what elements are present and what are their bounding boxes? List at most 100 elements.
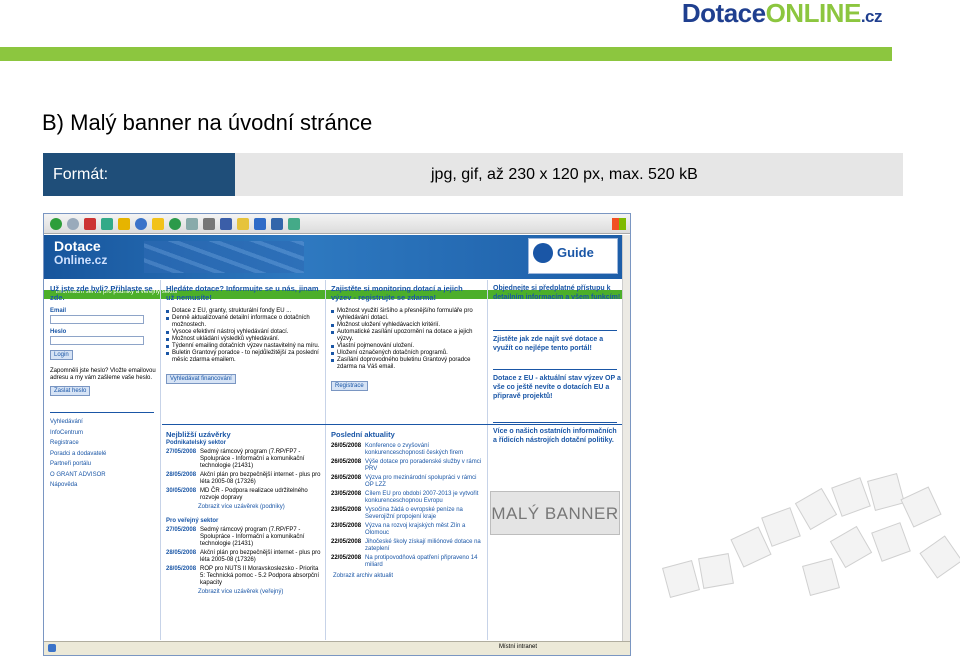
divider: [50, 412, 154, 413]
guide-icon: [533, 243, 553, 263]
promo-panel: Objednejte si předplatné přístupu k deta…: [493, 284, 621, 445]
bluetooth-icon[interactable]: [271, 217, 283, 230]
deadline-row[interactable]: 28/05/2008 Akční plán pro bezpečnější int…: [166, 472, 321, 486]
news-heading: Poslední aktuality: [331, 430, 395, 439]
nav-item[interactable]: Nápověda: [50, 480, 158, 491]
find-grants-heading: Hledáte dotace? Informujte se u nás, jin…: [166, 284, 319, 302]
news-row[interactable]: 23/05/2008 Cílem EU pro období 2007-2013 …: [331, 491, 483, 505]
deadlines-panel: Nejbližší uzávěrky Podnikatelský sektor …: [166, 430, 321, 595]
feature-item: Denně aktualizované detailní informace o…: [166, 315, 321, 329]
search-icon[interactable]: [135, 217, 147, 230]
feature-item: Možnost ukládání výsledků vyhledávání.: [166, 336, 321, 343]
deadline-row[interactable]: 27/05/2008 Sedmý rámcový program (7.RP/FP…: [166, 527, 321, 548]
stop-icon[interactable]: [84, 217, 96, 230]
status-zone: Místní intranet: [499, 644, 538, 650]
browser-window: Dotace Online.cz Guide informační servis…: [43, 213, 631, 656]
register-button[interactable]: Registrace: [331, 381, 368, 391]
home-icon[interactable]: [118, 217, 130, 230]
more-deadlines-public-link[interactable]: Zobrazit více uzávěrek (veřejný): [198, 589, 321, 595]
feature-item: Dotace z EU, granty, strukturální fondy …: [166, 308, 321, 315]
send-password-button[interactable]: Zaslat heslo: [50, 386, 91, 396]
deadline-row[interactable]: 30/05/2008 MD ČR - Podpora realizace udrž…: [166, 488, 321, 502]
news-row[interactable]: 23/05/2008 Výzva na rozvoj krajských měst…: [331, 523, 483, 537]
deadline-row[interactable]: 28/05/2008 Akční plán pro bezpečnější int…: [166, 550, 321, 564]
news-row[interactable]: 23/05/2008 Vysočina žádá o evropské peníz…: [331, 507, 483, 521]
nav-item[interactable]: InfoCentrum: [50, 428, 158, 439]
header-green-bar: [0, 47, 892, 61]
deadline-row[interactable]: 27/05/2008 Sedmý rámcový program (7.RP/FP…: [166, 449, 321, 470]
status-bar: Místní intranet: [44, 641, 630, 655]
news-row[interactable]: 26/05/2008 Výzva pro mezinárodní spoluprá…: [331, 475, 483, 489]
login-panel: Už jste zde byli? Přihlaste se zde. Emai…: [50, 284, 158, 396]
feature-item: Vysoce efektivní nástroj vyhledávání dot…: [166, 329, 321, 336]
news-panel: Poslední aktuality 26/05/2008 Konference …: [331, 430, 483, 579]
nav-item[interactable]: Poradci a dodavatelé: [50, 449, 158, 460]
news-row[interactable]: 22/05/2008 Jihočeské školy získají milión…: [331, 539, 483, 553]
nav-item[interactable]: Partneři portálu: [50, 459, 158, 470]
feature-item: Možnost uložení vyhledávacích kritérií.: [331, 322, 483, 329]
promo-tools[interactable]: Více o našich ostatních informačních a ř…: [493, 427, 621, 445]
column-divider: [487, 280, 488, 640]
feature-item: Uložení označených dotačních programů.: [331, 350, 483, 357]
deadline-row[interactable]: 28/05/2008 ROP pro NUTS II Moravskoslezsk…: [166, 566, 321, 587]
history-icon[interactable]: [169, 217, 181, 230]
back-icon[interactable]: [50, 217, 62, 230]
divider: [493, 369, 617, 370]
feature-item: Vlastní pojmenování uložení.: [331, 343, 483, 350]
more-deadlines-business-link[interactable]: Zobrazit více uzávěrek (podniky): [198, 504, 321, 510]
format-label: Formát:: [43, 153, 235, 196]
folder-icon[interactable]: [237, 217, 249, 230]
login-button[interactable]: Login: [50, 350, 73, 360]
forward-icon[interactable]: [67, 217, 79, 230]
site-logo-line2[interactable]: Online.cz: [54, 253, 107, 267]
format-bar: Formát: jpg, gif, až 230 x 120 px, max. …: [43, 153, 903, 196]
promo-subscription[interactable]: Objednejte si předplatné přístupu k deta…: [493, 284, 621, 330]
brand-part1: Dotace: [681, 0, 766, 28]
decorative-letter-tiles: [662, 473, 960, 598]
guide-badge[interactable]: Guide: [528, 238, 618, 274]
deadlines-heading: Nejbližší uzávěrky: [166, 430, 231, 439]
promo-eu-calls[interactable]: Dotace z EU - aktuální stav výzev OP a v…: [493, 374, 621, 422]
scrollbar[interactable]: [622, 235, 630, 641]
search-funding-button[interactable]: Vyhledávat financování: [166, 374, 236, 384]
promo-howto[interactable]: Zjistěte jak zde najít své dotace a využ…: [493, 335, 621, 369]
public-sector-heading: Pro veřejný sektor: [166, 518, 219, 524]
column-divider: [325, 280, 326, 640]
news-row[interactable]: 26/05/2008 Konference o zvyšování konkure…: [331, 443, 483, 457]
print-icon[interactable]: [203, 217, 215, 230]
news-row[interactable]: 22/05/2008 Na protipovodňová opatření při…: [331, 555, 483, 569]
small-banner-placeholder[interactable]: MALÝ BANNER: [490, 491, 620, 535]
messenger-icon[interactable]: [254, 217, 266, 230]
divider: [493, 422, 617, 423]
slide-title: B) Malý banner na úvodní stránce: [42, 110, 373, 135]
forgot-password-text: Zapomněli jste heslo? Vložte emailovou a…: [50, 368, 156, 381]
password-field[interactable]: [50, 336, 144, 345]
email-field[interactable]: [50, 315, 144, 324]
section-divider: [162, 424, 622, 425]
mail-icon[interactable]: [186, 217, 198, 230]
header-tiles-graphic: [144, 241, 304, 273]
edit-icon[interactable]: [220, 217, 232, 230]
format-value: jpg, gif, až 230 x 120 px, max. 520 kB: [431, 166, 698, 183]
feature-item: Buletin Grantový poradce - to nejdůležit…: [166, 350, 321, 364]
site-logo-line1[interactable]: Dotace: [54, 238, 101, 254]
feature-item: Automatické zasílání upozornění na dotac…: [331, 329, 483, 343]
site-header: Dotace Online.cz Guide informační servis…: [44, 235, 624, 299]
favorites-icon[interactable]: [152, 217, 164, 230]
guide-text: Guide: [557, 245, 594, 260]
tool-icon[interactable]: [288, 217, 300, 230]
nav-item[interactable]: O GRANT ADVISOR: [50, 470, 158, 481]
refresh-icon[interactable]: [101, 217, 113, 230]
find-grants-panel: Hledáte dotace? Informujte se u nás, jin…: [166, 284, 321, 384]
nav-item[interactable]: Registrace: [50, 438, 158, 449]
brand-part3: .cz: [860, 7, 883, 26]
nav-item[interactable]: Vyhledávání: [50, 417, 158, 428]
news-row[interactable]: 26/05/2008 Výše dotace pro poradenské slu…: [331, 459, 483, 473]
column-divider: [160, 280, 161, 640]
windows-logo-icon: [612, 217, 626, 230]
side-nav: Vyhledávání InfoCentrum Registrace Porad…: [50, 417, 158, 491]
divider: [493, 330, 617, 331]
password-label: Heslo: [50, 329, 67, 335]
news-archive-link[interactable]: Zobrazit archiv aktualit: [333, 573, 483, 579]
browser-toolbar: [44, 214, 630, 234]
